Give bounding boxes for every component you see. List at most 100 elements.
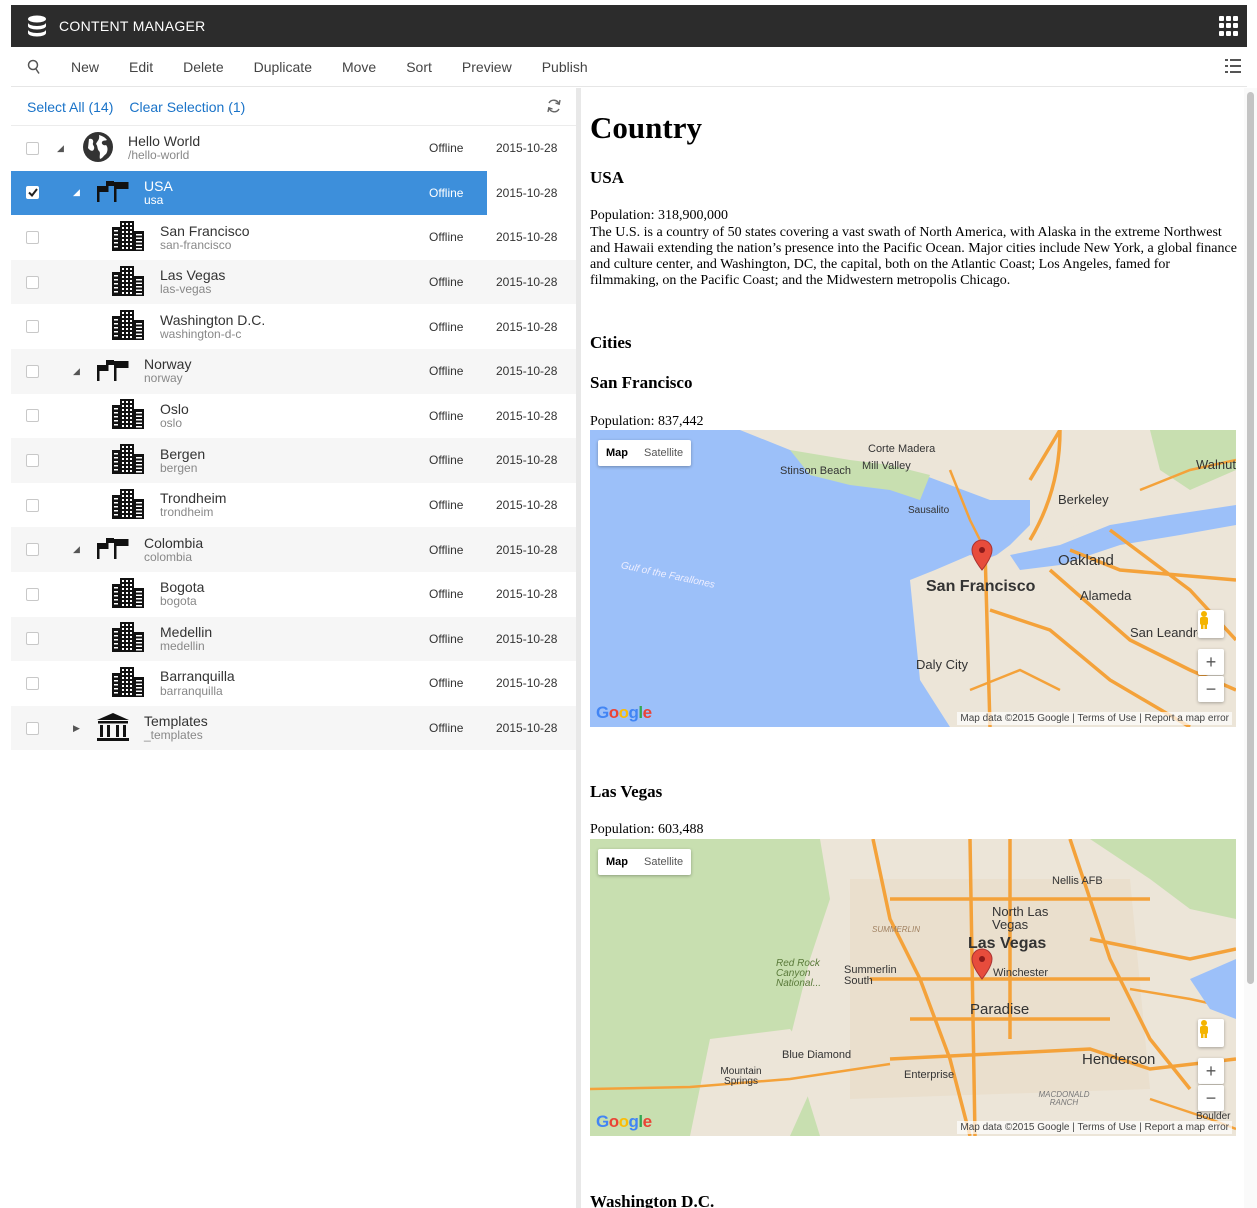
date-cell: 2015-10-28 xyxy=(496,364,558,379)
map-label: SUMMERLIN xyxy=(872,925,921,934)
building-icon xyxy=(112,622,144,655)
map-las-vegas[interactable]: Nellis AFB North Las Vegas Las Vegas Sum… xyxy=(590,839,1236,1136)
row-checkbox[interactable] xyxy=(26,587,39,601)
search-button[interactable] xyxy=(11,47,57,87)
clear-selection-link[interactable]: Clear Selection (1) xyxy=(129,99,245,115)
map-label: Summerlin South xyxy=(844,964,897,987)
map-label: Stinson Beach xyxy=(780,465,851,477)
row-checkbox[interactable] xyxy=(26,141,39,155)
row-checkbox[interactable] xyxy=(26,632,39,646)
collapse-caret-icon[interactable]: ◢ xyxy=(73,544,80,555)
collapse-caret-icon[interactable]: ◢ xyxy=(73,366,80,377)
status-cell: Offline xyxy=(429,631,464,646)
zoom-in-button[interactable]: + xyxy=(1198,649,1224,675)
country-description: The U.S. is a country of 50 states cover… xyxy=(590,225,1237,288)
row-checkbox[interactable] xyxy=(26,364,39,378)
new-button[interactable]: New xyxy=(57,47,114,87)
node-names: Norway norway xyxy=(144,356,191,386)
delete-button[interactable]: Delete xyxy=(168,47,238,87)
node-path: barranquilla xyxy=(160,683,223,698)
map-label: Blue Diamond xyxy=(782,1049,852,1061)
map-san-francisco[interactable]: Corte Madera Mill Valley Stinson Beach S… xyxy=(590,430,1236,727)
status-cell: Offline xyxy=(429,364,464,379)
country-heading: USA xyxy=(590,168,625,187)
node-names: Bergen bergen xyxy=(160,446,205,476)
map-label: Corte Madera xyxy=(868,443,936,455)
row-checkbox[interactable] xyxy=(26,676,39,690)
node-path: norway xyxy=(144,371,183,386)
row-checkbox[interactable] xyxy=(26,543,39,557)
tree-row-hello-world[interactable]: ◢ Hello World/hello-world Offline 2015-10-2… xyxy=(11,126,576,171)
row-checkbox[interactable] xyxy=(26,320,39,334)
content-tree: ◢ Hello World/hello-world Offline 2015-10-2… xyxy=(11,126,576,751)
map-tiles xyxy=(590,839,1236,1136)
map-tab[interactable]: Map xyxy=(598,849,636,875)
satellite-tab[interactable]: Satellite xyxy=(636,849,691,875)
expand-caret-icon[interactable]: ▶ xyxy=(73,723,80,734)
list-menu-icon[interactable] xyxy=(1225,58,1241,74)
building-icon xyxy=(112,666,144,700)
collapse-caret-icon[interactable]: ◢ xyxy=(73,187,80,198)
sort-button[interactable]: Sort xyxy=(391,47,447,87)
map-label: Winchester xyxy=(993,967,1049,979)
preview-scrollbar[interactable] xyxy=(1244,88,1257,1208)
country-population: Population: 318,900,000 xyxy=(590,208,729,223)
tree-row-las-vegas[interactable]: Las Vegas las-vegas Offline 2015-10-28 xyxy=(11,259,576,305)
map-attribution[interactable]: Map data ©2015 Google | Terms of Use | R… xyxy=(957,712,1232,725)
temple-icon xyxy=(96,712,130,745)
node-path: usa xyxy=(144,193,164,208)
tree-row-templates[interactable]: ▶ Templates _templates Offline 2015-10-28 xyxy=(11,705,576,751)
map-label: North Las Vegas xyxy=(992,904,1049,932)
pegman-icon[interactable] xyxy=(1198,1019,1224,1047)
checkmark-icon xyxy=(27,188,38,198)
select-all-link[interactable]: Select All (14) xyxy=(27,99,113,115)
collapse-caret-icon[interactable]: ◢ xyxy=(57,143,64,154)
row-checkbox[interactable] xyxy=(26,453,39,467)
tree-row-oslo[interactable]: Oslo oslo Offline 2015-10-28 xyxy=(11,394,576,439)
row-checkbox[interactable] xyxy=(26,275,39,289)
edit-button[interactable]: Edit xyxy=(114,47,168,87)
node-path: /hello-world xyxy=(128,148,190,163)
building-icon xyxy=(112,488,144,522)
top-bar: CONTENT MANAGER xyxy=(11,5,1247,47)
node-name: Bergen xyxy=(160,445,206,462)
tree-row-bogota[interactable]: Bogota bogota Offline 2015-10-28 xyxy=(11,572,576,617)
satellite-tab[interactable]: Satellite xyxy=(636,440,691,466)
tree-row-washington-d-c[interactable]: Washington D.C. washington-d-c Offline 2015… xyxy=(11,304,576,349)
duplicate-button[interactable]: Duplicate xyxy=(239,47,327,87)
row-checkbox[interactable] xyxy=(26,721,39,735)
scrollbar-thumb[interactable] xyxy=(1247,92,1254,984)
preview-button[interactable]: Preview xyxy=(447,47,527,87)
pegman-icon[interactable] xyxy=(1198,610,1224,638)
row-checkbox[interactable] xyxy=(26,186,39,200)
row-checkbox[interactable] xyxy=(26,230,39,244)
tree-row-san-francisco[interactable]: San Francisco san-francisco Offline 2015-10… xyxy=(11,215,576,260)
map-attribution[interactable]: Map data ©2015 Google | Terms of Use | R… xyxy=(957,1121,1232,1134)
tree-row-bergen[interactable]: Bergen bergen Offline 2015-10-28 xyxy=(11,438,576,483)
content-tree-panel: Select All (14) Clear Selection (1) ◢ Hel… xyxy=(11,88,576,1208)
map-tab[interactable]: Map xyxy=(598,440,636,466)
zoom-out-button[interactable]: − xyxy=(1198,676,1224,702)
map-label: San Francisco xyxy=(926,578,1036,595)
publish-button[interactable]: Publish xyxy=(527,47,603,87)
zoom-out-button[interactable]: − xyxy=(1198,1085,1224,1111)
date-cell: 2015-10-28 xyxy=(496,408,558,423)
row-checkbox[interactable] xyxy=(26,498,39,512)
tree-row-barranquilla[interactable]: Barranquilla barranquilla Offline 2015-10-2… xyxy=(11,661,576,706)
tree-row-trondheim[interactable]: Trondheim trondheim Offline 2015-10-28 xyxy=(11,483,576,528)
flags-icon xyxy=(96,359,130,384)
zoom-in-button[interactable]: + xyxy=(1198,1058,1224,1084)
tree-row-usa[interactable]: ◢ USA usa Offline 2015-10-28 xyxy=(11,170,576,216)
apps-grid-icon[interactable] xyxy=(1219,16,1239,36)
tree-row-norway[interactable]: ◢ Norway norway Offline 2015-10-28 xyxy=(11,348,576,394)
node-path: bergen xyxy=(160,460,198,475)
refresh-icon[interactable] xyxy=(546,98,562,114)
flags-icon xyxy=(96,537,130,562)
flags-icon xyxy=(96,180,130,205)
move-button[interactable]: Move xyxy=(327,47,391,87)
tree-row-colombia[interactable]: ◢ Colombia colombia Offline 2015-10-28 xyxy=(11,527,576,572)
tree-row-medellin[interactable]: Medellin medellin Offline 2015-10-28 xyxy=(11,616,576,662)
panel-divider[interactable] xyxy=(576,88,581,1208)
map-label: Mountain Springs xyxy=(720,1066,762,1087)
row-checkbox[interactable] xyxy=(26,409,39,423)
